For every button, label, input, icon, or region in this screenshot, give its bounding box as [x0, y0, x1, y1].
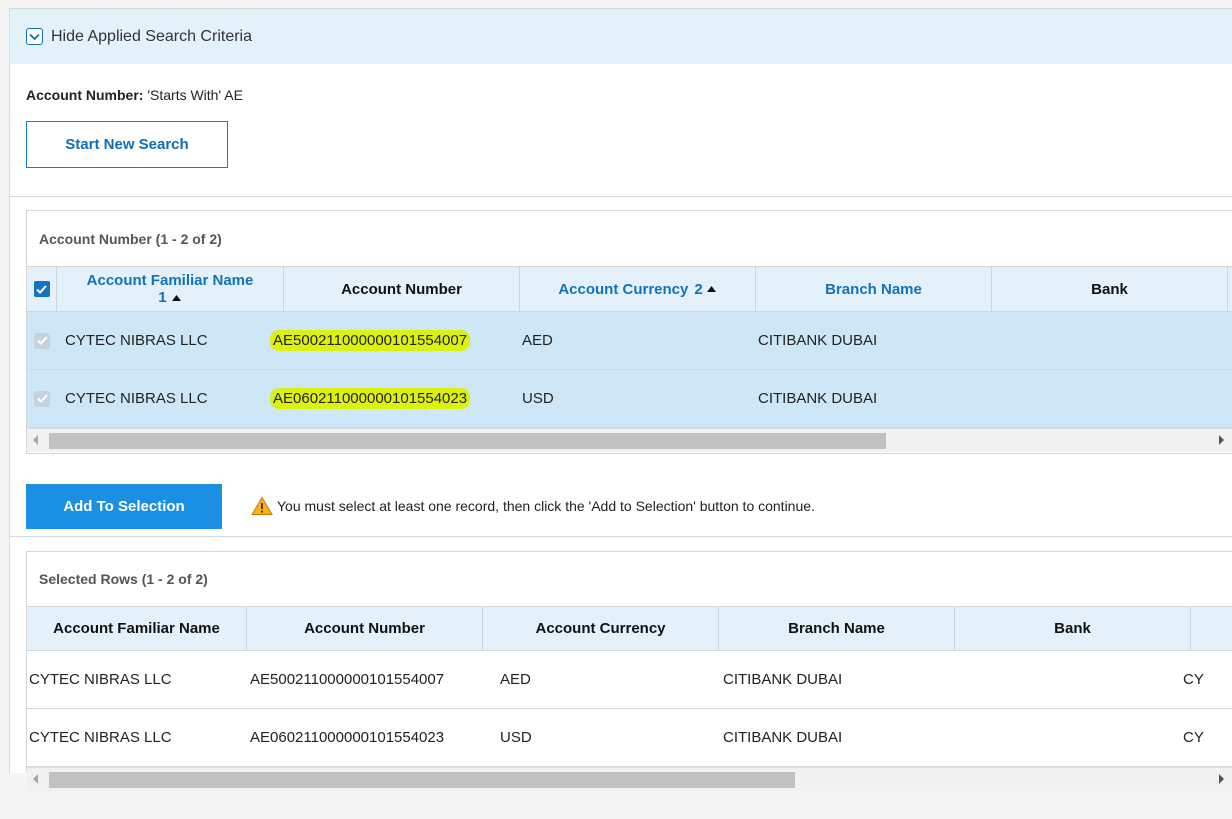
selected-rows-grid: Selected Rows (1 - 2 of 2) Account Famil… [26, 551, 1232, 791]
sort-order: 2 [694, 280, 703, 298]
accounts-grid: Account Number (1 - 2 of 2) Account Fami… [26, 210, 1232, 454]
accounts-grid-header: Account Familiar Name 1 Account Number A… [27, 266, 1232, 312]
column-header-currency[interactable]: Account Currency [483, 607, 719, 650]
criteria-toggle-bar[interactable]: Hide Applied Search Criteria [10, 9, 1232, 64]
row-checkbox[interactable] [34, 332, 50, 349]
row-checkbox-cell[interactable] [27, 390, 57, 407]
selected-grid-title: Selected Rows (1 - 2 of 2) [39, 571, 208, 587]
cell-overflow: CY [1183, 729, 1204, 746]
divider [10, 536, 1232, 537]
select-all-checkbox[interactable] [33, 281, 50, 297]
criteria-field-value: 'Starts With' AE [147, 87, 243, 103]
cell-currency: USD [500, 729, 532, 746]
row-checkbox-cell[interactable] [27, 332, 57, 349]
cell-currency: AED [522, 332, 553, 349]
warning-triangle-icon [251, 496, 273, 515]
cell-branch-name: CITIBANK DUBAI [723, 729, 843, 746]
divider [10, 196, 1232, 197]
column-header-branch-name[interactable]: Branch Name [719, 607, 955, 650]
cell-branch-name: CITIBANK DUBAI [758, 332, 878, 349]
table-row[interactable]: CYTEC NIBRAS LLC AE500211000000101554007… [27, 312, 1232, 370]
column-header-overflow [1191, 607, 1232, 650]
column-label[interactable]: Account Currency [558, 281, 688, 298]
table-row[interactable]: CYTEC NIBRAS LLC AE060211000000101554023… [27, 370, 1232, 428]
scroll-right-arrow-icon[interactable] [1219, 774, 1224, 784]
scroll-right-arrow-icon[interactable] [1219, 435, 1224, 445]
table-row: CYTEC NIBRAS LLC AE500211000000101554007… [27, 651, 1232, 709]
sort-ascending-icon [706, 286, 716, 292]
cell-familiar-name: CYTEC NIBRAS LLC [29, 671, 172, 688]
column-header-bank[interactable]: Bank [955, 607, 1191, 650]
column-header-account-number[interactable]: Account Number [284, 267, 520, 311]
sort-ascending-icon [171, 295, 181, 301]
column-label[interactable]: Account Familiar Name [87, 272, 254, 289]
cell-account-number: AE060211000000101554023 [250, 729, 445, 746]
selection-warning: You must select at least one record, the… [251, 496, 815, 516]
table-row: CYTEC NIBRAS LLC AE060211000000101554023… [27, 709, 1232, 767]
search-results-page: Hide Applied Search Criteria Account Num… [9, 8, 1232, 791]
cell-account-number: AE500211000000101554007 [250, 671, 445, 688]
cell-familiar-name: CYTEC NIBRAS LLC [29, 729, 172, 746]
cell-currency: USD [522, 390, 554, 407]
column-header-currency[interactable]: Account Currency 2 [520, 267, 756, 311]
cell-branch-name: CITIBANK DUBAI [723, 671, 843, 688]
add-to-selection-button[interactable]: Add To Selection [26, 484, 222, 529]
selected-grid-header: Account Familiar Name Account Number Acc… [27, 606, 1232, 651]
scrollbar-thumb[interactable] [49, 772, 795, 788]
column-header-familiar-name[interactable]: Account Familiar Name 1 [57, 267, 284, 311]
warning-text: You must select at least one record, the… [277, 498, 815, 514]
criteria-toggle-label[interactable]: Hide Applied Search Criteria [51, 28, 252, 46]
scroll-left-arrow-icon[interactable] [33, 435, 38, 445]
column-header-familiar-name[interactable]: Account Familiar Name [27, 607, 247, 650]
column-header-bank[interactable]: Bank [992, 267, 1228, 311]
cell-branch-name: CITIBANK DUBAI [758, 390, 878, 407]
select-all-cell[interactable] [27, 267, 57, 311]
column-header-branch-name[interactable]: Branch Name [756, 267, 992, 311]
sort-indicator: 1 [158, 289, 182, 306]
start-new-search-button[interactable]: Start New Search [26, 121, 228, 168]
accounts-grid-title: Account Number (1 - 2 of 2) [39, 230, 222, 247]
sort-order: 1 [158, 289, 167, 306]
horizontal-scrollbar[interactable] [27, 428, 1232, 452]
highlighted-account-number: AE060211000000101554023 [270, 388, 471, 409]
scrollbar-thumb[interactable] [49, 433, 886, 449]
cell-currency: AED [500, 671, 531, 688]
cell-account-number: AE060211000000101554023 [270, 388, 520, 409]
chevron-down-icon[interactable] [26, 28, 43, 45]
column-header-account-number[interactable]: Account Number [247, 607, 483, 650]
cell-account-number: AE500211000000101554007 [270, 330, 520, 351]
applied-criteria: Account Number: 'Starts With' AE [26, 87, 243, 103]
highlighted-account-number: AE500211000000101554007 [270, 330, 471, 351]
criteria-field-label: Account Number: [26, 87, 144, 103]
cell-familiar-name: CYTEC NIBRAS LLC [65, 390, 208, 407]
horizontal-scrollbar[interactable] [27, 767, 1232, 791]
cell-familiar-name: CYTEC NIBRAS LLC [65, 332, 208, 349]
row-checkbox[interactable] [34, 390, 50, 407]
scroll-left-arrow-icon[interactable] [33, 774, 38, 784]
cell-overflow: CY [1183, 671, 1204, 688]
